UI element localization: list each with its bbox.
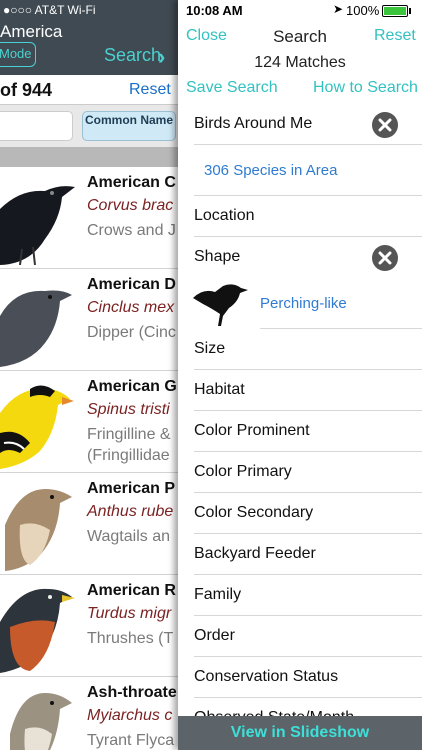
filter-label: Habitat [194,381,245,398]
bird-family: Fringilline & (Fringillidae [87,426,171,464]
species-count: of 944 [0,80,53,100]
filter-family[interactable]: Family [194,575,422,616]
filter-input[interactable] [0,111,73,141]
filter-label: Shape [194,248,241,265]
clear-filter-icon[interactable] [372,245,398,271]
filter-label: Family [194,586,242,603]
filter-habitat[interactable]: Habitat [194,370,422,411]
crow-image [0,186,75,265]
view-in-slideshow-button[interactable]: View in Slideshow [178,716,422,750]
search-button[interactable]: Search [104,45,161,66]
bird-name: American P [87,480,176,497]
filter-conservation-status[interactable]: Conservation Status [194,657,422,698]
chevron-right-icon: › [158,44,166,69]
list-title: America [0,22,63,41]
bird-family: Dipper (Cinc [87,324,176,341]
match-count: 124 Matches [254,54,346,71]
bird-family: Wagtails an [87,528,170,545]
mode-button[interactable]: Mode [0,42,36,67]
battery-nub [409,8,411,14]
battery-percent: 100% [346,3,380,18]
perching-bird-silhouette-icon [193,284,248,326]
filter-color-prominent[interactable]: Color Prominent [194,411,422,452]
bird-family: Thrushes (T [87,630,174,647]
filter-label: Conservation Status [194,668,339,685]
filter-label: Backyard Feeder [194,545,316,562]
filter-label: Location [194,207,255,224]
bird-family: Crows and J [87,222,176,239]
bird-name: American G [87,378,177,395]
filter-label: Birds Around Me [194,115,313,132]
bird-scientific-name: Anthus rube [87,503,174,520]
save-search-button[interactable]: Save Search [186,79,278,97]
filter-order[interactable]: Order [194,616,422,657]
filter-label: Color Primary [194,463,292,480]
filter-label: Size [194,340,226,357]
bird-scientific-name: Corvus brac [87,197,174,214]
pipit-image [5,489,72,571]
bird-scientific-name: Myiarchus c [87,707,173,724]
bird-scientific-name: Spinus tristi [87,401,170,418]
filter-birds-around-me[interactable]: Birds Around Me [194,104,422,145]
filter-color-secondary[interactable]: Color Secondary [194,493,422,534]
filter-backyard-feeder[interactable]: Backyard Feeder [194,534,422,575]
location-arrow-icon: ➤ [333,2,344,16]
common-name-sort-button[interactable]: Common Name [82,111,176,141]
slideshow-label: View in Slideshow [230,724,370,741]
bird-name: American C [87,174,176,191]
dipper-image [0,290,72,367]
clear-filter-icon[interactable] [372,112,398,138]
filter-location[interactable]: Location [194,196,422,237]
search-panel: 10:08 AM ➤ 100% Search Close Reset 124 M… [178,0,422,750]
robin-image [0,588,75,673]
species-in-area-link[interactable]: 306 Species in Area [204,162,337,179]
status-bar: 10:08 AM ➤ 100% [178,0,422,22]
status-time: 10:08 AM [186,3,243,18]
filter-label: Color Prominent [194,422,310,439]
reset-button[interactable]: Reset [129,81,171,99]
bird-family: Tyrant Flyca [87,732,175,749]
bird-name: American D [87,276,176,293]
bird-name: Ash-throate [87,684,177,701]
close-button[interactable]: Close [186,27,227,45]
shape-value: Perching-like [260,295,347,312]
bird-name: American R [87,582,176,599]
reset-button[interactable]: Reset [374,27,416,45]
how-to-search-button[interactable]: How to Search [313,79,418,97]
filter-size[interactable]: Size [194,329,422,370]
goldfinch-image [0,385,74,469]
battery-icon [382,5,408,17]
filter-color-primary[interactable]: Color Primary [194,452,422,493]
filter-label: Color Secondary [194,504,314,521]
carrier-label: ●○○○ AT&T Wi-Fi [3,3,96,17]
bird-scientific-name: Turdus migr [87,605,172,622]
filter-shape[interactable]: Shape [194,237,422,278]
bird-scientific-name: Cinclus mex [87,299,175,316]
filter-label: Order [194,627,235,644]
flycatcher-image [10,693,72,750]
